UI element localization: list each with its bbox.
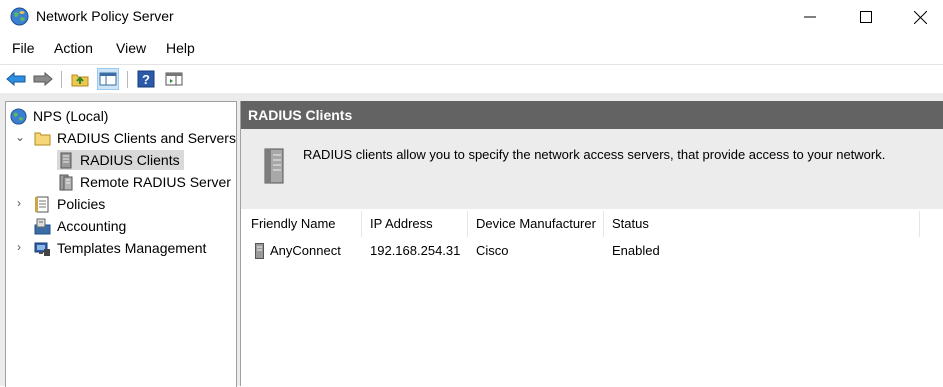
folder-icon	[34, 130, 51, 147]
toolbar-separator	[61, 71, 62, 88]
globe-icon	[10, 107, 27, 125]
menu-bar: File Action View Help	[0, 36, 943, 60]
window-title: Network Policy Server	[36, 8, 174, 24]
tree-node-label: Templates Management	[57, 240, 207, 256]
up-one-level-button[interactable]	[70, 69, 90, 89]
menu-action[interactable]: Action	[54, 40, 93, 56]
column-header-device-manufacturer[interactable]: Device Manufacturer	[468, 211, 604, 237]
tree-node-label: Policies	[57, 196, 106, 212]
accounting-icon	[34, 218, 51, 235]
tree-node-label: Accounting	[57, 218, 127, 234]
close-icon	[913, 10, 927, 24]
client-name: AnyConnect	[270, 243, 341, 258]
show-action-pane-icon	[165, 72, 183, 86]
forward-button[interactable]	[33, 69, 53, 89]
tree-node-radius-clients[interactable]: RADIUS Clients	[57, 150, 184, 170]
policies-icon	[34, 196, 51, 213]
templates-icon	[34, 240, 51, 257]
help-button[interactable]: ?	[136, 69, 156, 89]
tree-node-label: RADIUS Clients and Servers	[57, 130, 236, 146]
toolbar-separator	[127, 71, 128, 88]
minimize-button[interactable]	[783, 0, 837, 34]
globe-icon	[10, 7, 29, 26]
chevron-right-icon[interactable]: ›	[17, 240, 21, 254]
console-tree: NPS (Local) ⌄ RADIUS Clients and Servers…	[5, 101, 237, 387]
pane-header: RADIUS Clients	[241, 101, 943, 129]
server-icon	[255, 243, 264, 259]
server-icon	[57, 152, 74, 169]
column-header-status[interactable]: Status	[604, 211, 920, 237]
column-header-ip-address[interactable]: IP Address	[362, 211, 468, 237]
menu-file[interactable]: File	[12, 40, 35, 56]
column-header-friendly-name[interactable]: Friendly Name	[243, 211, 362, 237]
show-console-tree-icon	[99, 72, 117, 86]
tree-node-nps-local[interactable]: NPS (Local)	[10, 106, 108, 126]
cell-ip-address: 192.168.254.31	[370, 243, 461, 258]
tree-node-label: NPS (Local)	[33, 108, 109, 124]
tree-node-policies[interactable]: Policies	[34, 194, 105, 214]
chevron-right-icon[interactable]: ›	[17, 196, 21, 210]
minimize-icon	[804, 16, 816, 18]
chevron-down-icon[interactable]: ⌄	[15, 130, 25, 144]
toolbar: ?	[0, 64, 943, 93]
tree-node-templates-management[interactable]: Templates Management	[34, 238, 206, 258]
forward-arrow-icon	[33, 71, 53, 87]
show-hide-action-pane-button[interactable]	[164, 69, 184, 89]
back-arrow-icon	[6, 71, 26, 87]
show-hide-console-tree-button[interactable]	[97, 68, 119, 90]
pane-title: RADIUS Clients	[248, 107, 353, 123]
server-group-icon	[57, 174, 74, 191]
close-button[interactable]	[893, 0, 943, 34]
maximize-button[interactable]	[839, 0, 893, 34]
cell-status: Enabled	[612, 243, 660, 258]
menu-view[interactable]: View	[116, 40, 146, 56]
back-button[interactable]	[6, 69, 26, 89]
tree-node-accounting[interactable]: Accounting	[34, 216, 126, 236]
menu-help[interactable]: Help	[166, 40, 195, 56]
cell-device-manufacturer: Cisco	[476, 243, 509, 258]
description-text: RADIUS clients allow you to specify the …	[303, 147, 886, 162]
up-folder-icon	[71, 74, 89, 87]
tree-node-remote-radius-server[interactable]: Remote RADIUS Server	[57, 172, 231, 192]
svg-text:?: ?	[142, 72, 150, 87]
tree-node-label: Remote RADIUS Server	[80, 174, 231, 190]
maximize-icon	[860, 11, 872, 23]
tree-node-label: RADIUS Clients	[80, 152, 180, 168]
server-icon	[263, 147, 285, 190]
tree-node-radius-clients-and-servers[interactable]: RADIUS Clients and Servers	[34, 128, 236, 148]
results-pane: RADIUS Clients RADIUS clients allow you …	[240, 101, 943, 386]
cell-friendly-name: AnyConnect	[247, 241, 366, 261]
title-bar: Network Policy Server	[0, 0, 943, 34]
help-icon: ?	[137, 70, 155, 88]
description-panel: RADIUS clients allow you to specify the …	[241, 129, 943, 209]
